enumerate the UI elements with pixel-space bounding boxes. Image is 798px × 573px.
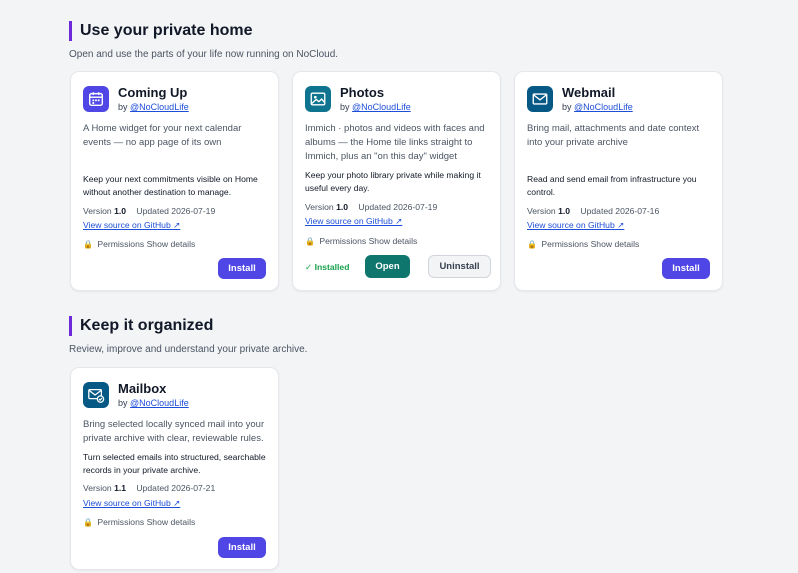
permissions-toggle[interactable]: 🔒 Permissions Show details bbox=[305, 236, 417, 246]
version-info: Version 1.0 Updated 2026-07-19 bbox=[83, 206, 215, 216]
app-description: Bring selected locally synced mail into … bbox=[83, 419, 265, 444]
author-link[interactable]: @NoCloudLife bbox=[352, 102, 411, 112]
section-subtitle: Open and use the parts of your life now … bbox=[69, 49, 339, 60]
mail-check-icon bbox=[83, 382, 109, 408]
app-description: A Home widget for your next calendar eve… bbox=[83, 123, 242, 148]
version-value: 1.0 bbox=[558, 206, 571, 216]
install-button[interactable]: Install bbox=[662, 258, 710, 279]
version-value: 1.0 bbox=[114, 206, 127, 216]
app-purpose: Turn selected emails into structured, se… bbox=[83, 452, 266, 475]
show-details-label[interactable]: Show details bbox=[369, 236, 418, 246]
version-value: 1.1 bbox=[114, 483, 127, 493]
byline: by @NoCloudLife bbox=[340, 102, 411, 112]
view-source-link[interactable]: View source on GitHub ↗ bbox=[305, 216, 402, 227]
permissions-toggle[interactable]: 🔒 Permissions Show details bbox=[83, 239, 195, 249]
version-value: 1.0 bbox=[336, 202, 349, 212]
show-details-label[interactable]: Show details bbox=[147, 239, 196, 249]
lock-icon: 🔒 bbox=[83, 240, 93, 249]
view-source-link[interactable]: View source on GitHub ↗ bbox=[527, 220, 624, 231]
app-description: Bring mail, attachments and date context… bbox=[527, 123, 700, 148]
app-card-mailbox: Mailbox by @NoCloudLife Bring selected l… bbox=[70, 367, 279, 570]
section-title: Use your private home bbox=[69, 21, 338, 41]
install-button[interactable]: Install bbox=[218, 258, 266, 279]
app-purpose: Read and send email from infrastructure … bbox=[527, 174, 697, 197]
lock-icon: 🔒 bbox=[527, 240, 537, 249]
version-info: Version 1.0 Updated 2026-07-19 bbox=[305, 202, 437, 212]
section-title: Keep it organized bbox=[69, 316, 307, 336]
by-label: by bbox=[562, 102, 572, 112]
author-link[interactable]: @NoCloudLife bbox=[574, 102, 633, 112]
by-label: by bbox=[118, 102, 128, 112]
show-details-label[interactable]: Show details bbox=[147, 517, 196, 527]
install-button[interactable]: Install bbox=[218, 537, 266, 558]
app-purpose: Keep your photo library private while ma… bbox=[305, 170, 481, 193]
version-label: Version bbox=[305, 202, 334, 212]
app-purpose: Keep your next commitments visible on Ho… bbox=[83, 174, 258, 197]
section-private-home: Use your private home Open and use the p… bbox=[69, 21, 338, 60]
updated-date: Updated 2026-07-21 bbox=[136, 483, 216, 493]
version-info: Version 1.0 Updated 2026-07-16 bbox=[527, 206, 659, 216]
byline: by @NoCloudLife bbox=[562, 102, 633, 112]
app-name: Coming Up bbox=[118, 85, 188, 100]
section-keep-organized: Keep it organized Review, improve and un… bbox=[69, 316, 307, 355]
lock-icon: 🔒 bbox=[305, 237, 315, 246]
author-link[interactable]: @NoCloudLife bbox=[130, 102, 189, 112]
envelope-icon bbox=[527, 86, 553, 112]
version-label: Version bbox=[83, 483, 112, 493]
app-card-coming-up: Coming Up by @NoCloudLife A Home widget … bbox=[70, 71, 279, 291]
view-source-link[interactable]: View source on GitHub ↗ bbox=[83, 498, 180, 509]
byline: by @NoCloudLife bbox=[118, 398, 189, 408]
view-source-link[interactable]: View source on GitHub ↗ bbox=[83, 220, 180, 231]
installed-badge: ✓ Installed bbox=[305, 262, 350, 272]
version-label: Version bbox=[83, 206, 112, 216]
app-name: Webmail bbox=[562, 85, 616, 100]
uninstall-button[interactable]: Uninstall bbox=[428, 255, 491, 278]
by-label: by bbox=[118, 398, 128, 408]
updated-date: Updated 2026-07-19 bbox=[136, 206, 216, 216]
section-subtitle: Review, improve and understand your priv… bbox=[69, 344, 308, 355]
permissions-label: Permissions bbox=[541, 239, 589, 249]
open-button[interactable]: Open bbox=[365, 255, 410, 278]
permissions-toggle[interactable]: 🔒 Permissions Show details bbox=[83, 517, 195, 527]
permissions-label: Permissions bbox=[319, 236, 367, 246]
app-description: Immich · photos and videos with faces an… bbox=[305, 123, 485, 162]
permissions-toggle[interactable]: 🔒 Permissions Show details bbox=[527, 239, 639, 249]
byline: by @NoCloudLife bbox=[118, 102, 189, 112]
permissions-label: Permissions bbox=[97, 517, 145, 527]
author-link[interactable]: @NoCloudLife bbox=[130, 398, 189, 408]
app-card-webmail: Webmail by @NoCloudLife Bring mail, atta… bbox=[514, 71, 723, 291]
app-card-photos: Photos by @NoCloudLife Immich · photos a… bbox=[292, 71, 501, 291]
by-label: by bbox=[340, 102, 350, 112]
updated-date: Updated 2026-07-19 bbox=[358, 202, 438, 212]
image-icon bbox=[305, 86, 331, 112]
permissions-label: Permissions bbox=[97, 239, 145, 249]
lock-icon: 🔒 bbox=[83, 518, 93, 527]
app-name: Mailbox bbox=[118, 381, 167, 396]
updated-date: Updated 2026-07-16 bbox=[580, 206, 660, 216]
app-name: Photos bbox=[340, 85, 385, 100]
show-details-label[interactable]: Show details bbox=[591, 239, 640, 249]
version-info: Version 1.1 Updated 2026-07-21 bbox=[83, 483, 215, 493]
calendar-icon bbox=[83, 86, 109, 112]
version-label: Version bbox=[527, 206, 556, 216]
